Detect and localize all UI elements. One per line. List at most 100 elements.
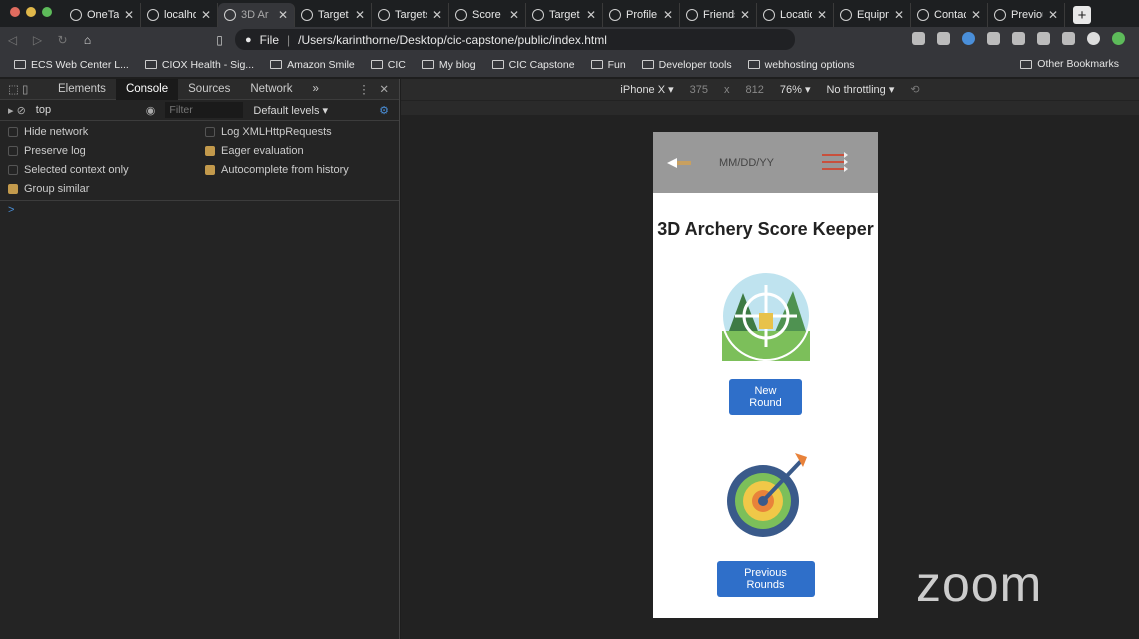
console-setting[interactable]: Preserve log xyxy=(8,145,205,157)
update-icon[interactable] xyxy=(1112,32,1125,45)
bookmark-item[interactable]: webhosting options xyxy=(747,59,855,71)
more-tabs-icon[interactable]: » xyxy=(303,79,329,100)
extension-icon[interactable] xyxy=(1062,32,1075,45)
tab-console[interactable]: Console xyxy=(115,78,179,100)
tab-sources[interactable]: Sources xyxy=(178,79,240,100)
close-tab-icon[interactable]: ✕ xyxy=(432,8,442,22)
date-input[interactable]: MM/DD/YY xyxy=(719,157,774,169)
extension-icon[interactable] xyxy=(962,32,975,45)
menu-arrows-icon[interactable] xyxy=(820,150,848,176)
bookmark-item[interactable]: My blog xyxy=(421,59,476,71)
filter-input[interactable]: Filter xyxy=(165,102,244,118)
app-screen: MM/DD/YY 3D Archery Score Keeper New Rou… xyxy=(653,132,878,618)
bookmark-item[interactable]: CIC xyxy=(370,59,406,71)
close-tab-icon[interactable]: ✕ xyxy=(817,8,827,22)
close-tab-icon[interactable]: ✕ xyxy=(740,8,750,22)
checkbox[interactable] xyxy=(8,184,18,194)
minimize-window-button[interactable] xyxy=(26,7,36,17)
close-window-button[interactable] xyxy=(10,7,20,17)
throttle-select[interactable]: No throttling ▾ xyxy=(826,83,894,96)
close-tab-icon[interactable]: ✕ xyxy=(971,8,981,22)
other-bookmarks[interactable]: Other Bookmarks xyxy=(1020,58,1119,70)
arrow-icon[interactable] xyxy=(667,156,693,170)
close-tab-icon[interactable]: ✕ xyxy=(509,8,519,22)
bookmark-item[interactable]: Amazon Smile xyxy=(270,59,355,71)
console-setting[interactable]: Group similar xyxy=(8,183,205,195)
close-tab-icon[interactable]: ✕ xyxy=(894,8,904,22)
checkbox[interactable] xyxy=(205,146,215,156)
browser-tab[interactable]: Target ✕ xyxy=(526,3,603,27)
console-prompt[interactable]: > xyxy=(0,201,399,219)
bookmark-item[interactable]: CIOX Health - Sig... xyxy=(144,59,254,71)
extension-icon[interactable] xyxy=(937,32,950,45)
gear-icon[interactable]: ⚙ xyxy=(379,104,399,117)
console-setting[interactable]: Selected context only xyxy=(8,164,205,176)
folder-icon xyxy=(491,60,504,69)
browser-tab[interactable]: Previou ✕ xyxy=(988,3,1065,27)
browser-tab[interactable]: OneTab ✕ xyxy=(64,3,141,27)
checkbox[interactable] xyxy=(8,127,18,137)
browser-tab[interactable]: Contac ✕ xyxy=(911,3,988,27)
browser-tab[interactable]: Equipm ✕ xyxy=(834,3,911,27)
address-bar[interactable]: ● File | /Users/karinthorne/Desktop/cic-… xyxy=(235,29,795,50)
width-input[interactable]: 375 xyxy=(690,84,708,96)
folder-icon xyxy=(370,60,383,69)
bookmark-label: CIC Capstone xyxy=(508,58,575,71)
extension-icon[interactable] xyxy=(1037,32,1050,45)
home-icon[interactable]: ⌂ xyxy=(75,33,100,47)
levels-select[interactable]: Default levels ▾ xyxy=(253,104,328,117)
device-select[interactable]: iPhone X ▾ xyxy=(620,83,673,96)
browser-tab[interactable]: 3D Ar ✕ xyxy=(218,3,295,27)
bookmark-label: ECS Web Center L... xyxy=(31,58,129,71)
rotate-icon[interactable]: ⟲ xyxy=(910,83,919,96)
browser-tab[interactable]: Target ✕ xyxy=(295,3,372,27)
browser-tab[interactable]: Friends ✕ xyxy=(680,3,757,27)
forward-icon[interactable]: ▷ xyxy=(25,33,50,47)
new-round-button[interactable]: New Round xyxy=(729,379,802,415)
console-setting[interactable]: Eager evaluation xyxy=(205,145,405,157)
checkbox[interactable] xyxy=(205,165,215,175)
tab-network[interactable]: Network xyxy=(240,79,302,100)
close-tab-icon[interactable]: ✕ xyxy=(201,8,211,22)
checkbox[interactable] xyxy=(205,127,215,137)
context-select[interactable]: top xyxy=(36,104,136,116)
extension-icon[interactable] xyxy=(912,32,925,45)
console-setting[interactable]: Autocomplete from history xyxy=(205,164,405,176)
browser-tab[interactable]: localho ✕ xyxy=(141,3,218,27)
browser-tab[interactable]: Score ✕ xyxy=(449,3,526,27)
previous-rounds-button[interactable]: Previous Rounds xyxy=(716,561,815,597)
extension-icon[interactable] xyxy=(987,32,1000,45)
maximize-window-button[interactable] xyxy=(42,7,52,17)
browser-tab[interactable]: Profile ✕ xyxy=(603,3,680,27)
tab-title: OneTab xyxy=(87,9,119,21)
close-tab-icon[interactable]: ✕ xyxy=(278,8,288,22)
clear-console-icon[interactable]: ▸ ⊘ xyxy=(8,104,26,117)
new-tab-button[interactable]: + xyxy=(1073,6,1091,24)
console-setting[interactable]: Hide network xyxy=(8,126,205,138)
eye-icon[interactable]: ◉ xyxy=(146,104,156,117)
browser-tab[interactable]: Targets ✕ xyxy=(372,3,449,27)
tab-elements[interactable]: Elements xyxy=(48,79,116,100)
extension-icon[interactable] xyxy=(1012,32,1025,45)
checkbox[interactable] xyxy=(8,146,18,156)
close-tab-icon[interactable]: ✕ xyxy=(355,8,365,22)
avatar[interactable] xyxy=(1087,32,1100,45)
back-icon[interactable]: ◁ xyxy=(0,33,25,47)
close-tab-icon[interactable]: ✕ xyxy=(663,8,673,22)
console-setting[interactable]: Log XMLHttpRequests xyxy=(205,126,405,138)
inspect-icon[interactable]: ⬚ ▯ xyxy=(0,82,48,96)
browser-tab[interactable]: Locatio ✕ xyxy=(757,3,834,27)
bookmark-item[interactable]: Fun xyxy=(590,59,626,71)
height-input[interactable]: 812 xyxy=(746,84,764,96)
bookmark-item[interactable]: ECS Web Center L... xyxy=(14,59,129,71)
checkbox[interactable] xyxy=(8,165,18,175)
close-tab-icon[interactable]: ✕ xyxy=(586,8,596,22)
bookmark-item[interactable]: Developer tools xyxy=(641,59,732,71)
close-tab-icon[interactable]: ✕ xyxy=(1048,8,1058,22)
close-tab-icon[interactable]: ✕ xyxy=(124,8,134,22)
bookmark-page-icon[interactable]: ▯ xyxy=(207,33,232,47)
bookmark-item[interactable]: CIC Capstone xyxy=(491,58,575,71)
zoom-select[interactable]: 76% ▾ xyxy=(780,83,811,96)
reload-icon[interactable]: ↻ xyxy=(50,33,75,47)
devtools-close-icon[interactable]: ⋮ ✕ xyxy=(358,82,399,96)
